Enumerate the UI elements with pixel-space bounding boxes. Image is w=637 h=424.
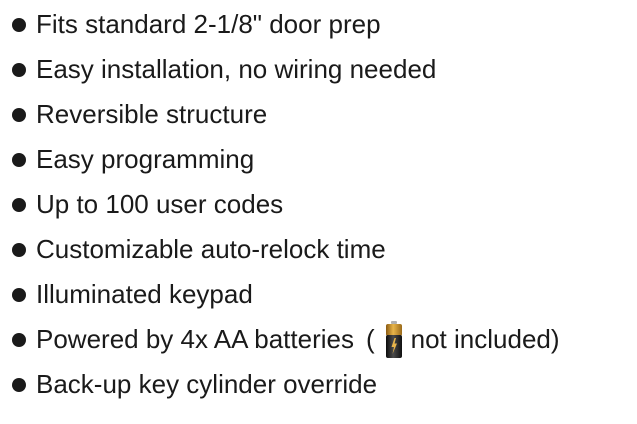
feature-item: Reversible structure — [12, 92, 560, 137]
feature-item: Easy installation, no wiring needed — [12, 47, 560, 92]
battery-note: ( not included) — [354, 317, 560, 362]
bullet-icon — [12, 17, 26, 32]
feature-item: Back-up key cylinder override — [12, 362, 560, 407]
feature-text: Easy programming — [36, 144, 255, 174]
feature-item: Illuminated keypad — [12, 272, 560, 317]
feature-text: Back-up key cylinder override — [36, 369, 378, 399]
feature-item-batteries: Powered by 4x AA batteries (not include… — [12, 317, 560, 362]
not-included-text: not included) — [410, 324, 560, 354]
feature-text: Powered by 4x AA batteries — [36, 324, 354, 354]
bullet-icon — [12, 287, 26, 302]
bullet-icon — [12, 197, 26, 212]
battery-icon — [385, 320, 402, 358]
feature-item: Customizable auto-relock time — [12, 227, 560, 272]
feature-text: Illuminated keypad — [36, 279, 253, 309]
open-paren: ( — [365, 324, 375, 354]
bullet-icon — [12, 332, 26, 347]
feature-text: Customizable auto-relock time — [36, 234, 386, 264]
feature-item: Up to 100 user codes — [12, 182, 560, 227]
bullet-icon — [12, 152, 26, 167]
feature-item: Easy programming — [12, 137, 560, 182]
bullet-icon — [12, 242, 26, 257]
feature-text: Up to 100 user codes — [36, 189, 284, 219]
feature-text: Easy installation, no wiring needed — [36, 54, 437, 84]
feature-text: Fits standard 2-1/8" door prep — [36, 9, 381, 39]
feature-list: Fits standard 2-1/8" door prep Easy inst… — [12, 2, 560, 407]
bullet-icon — [12, 62, 26, 77]
bullet-icon — [12, 377, 26, 392]
bullet-icon — [12, 107, 26, 122]
feature-item: Fits standard 2-1/8" door prep — [12, 2, 560, 47]
feature-text: Reversible structure — [36, 99, 268, 129]
